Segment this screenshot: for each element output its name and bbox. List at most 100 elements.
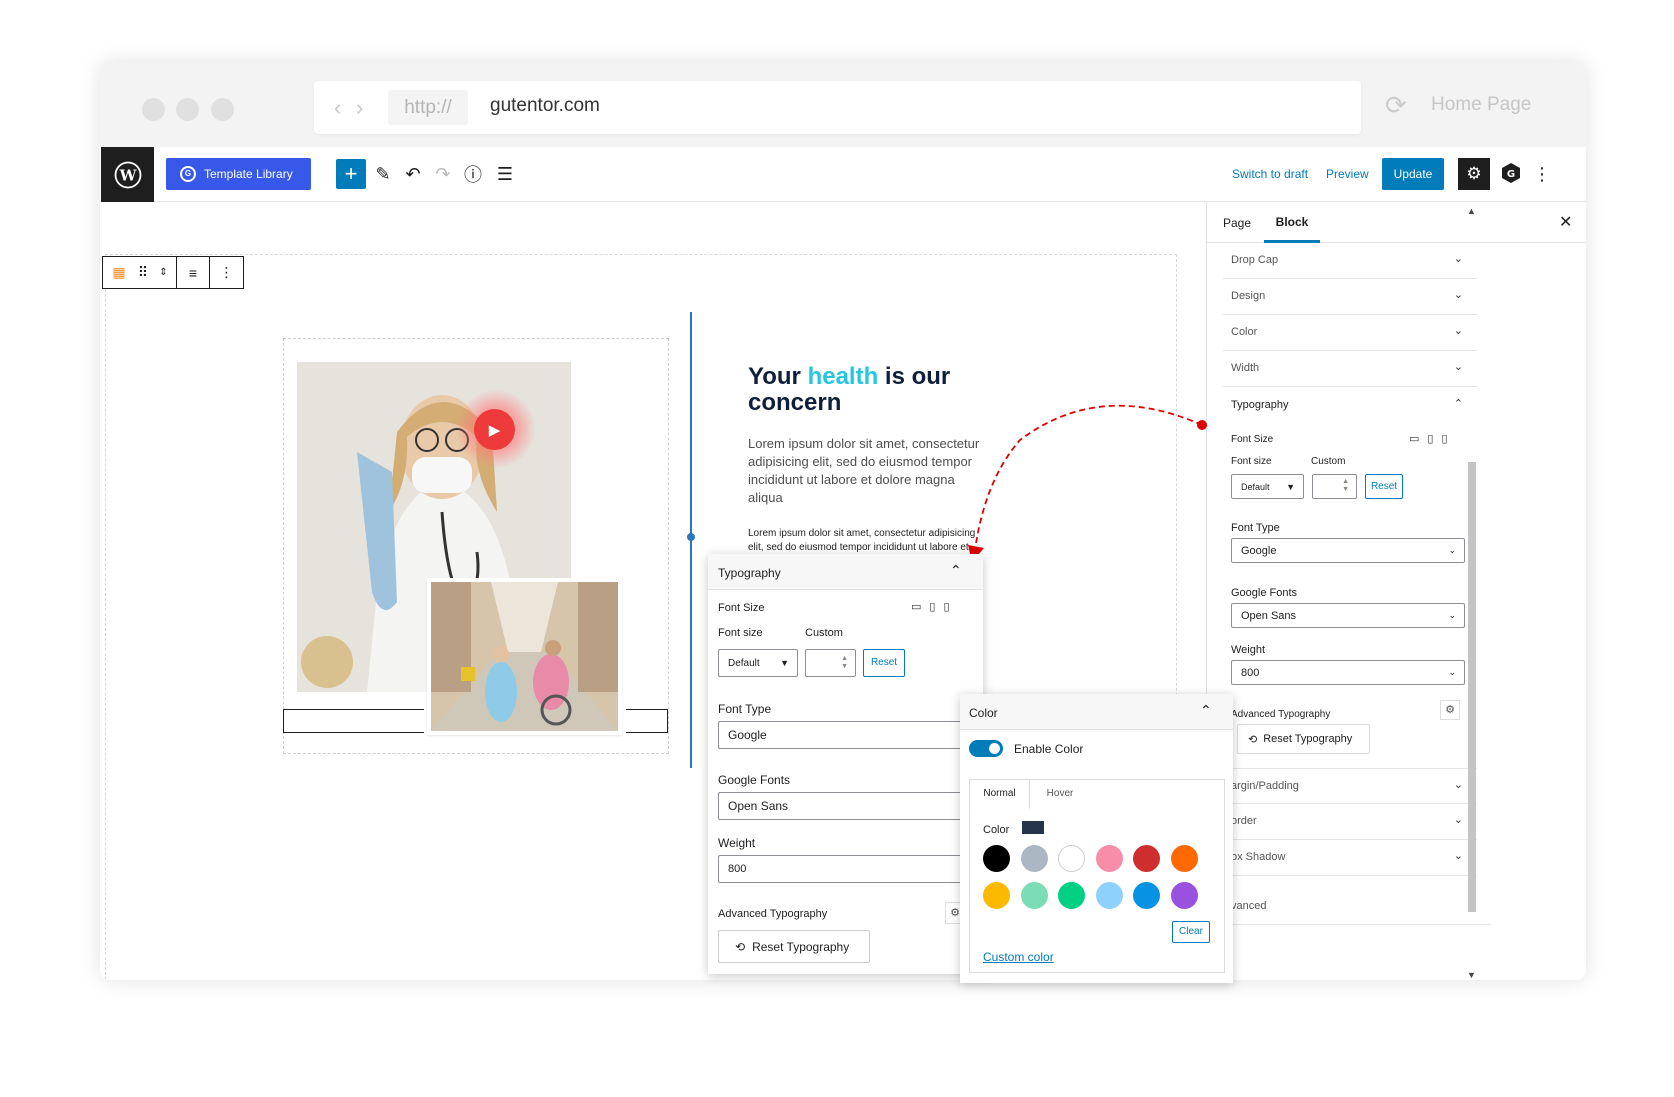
- sidebar-scrollbar[interactable]: ▲ ▼: [1466, 202, 1478, 980]
- block-toolbar: ▦ ⠿ ⇕ ≡ ⋮: [102, 256, 244, 289]
- panel-drop-cap[interactable]: Drop Cap ⌄: [1223, 243, 1477, 279]
- svg-text:G: G: [1507, 169, 1515, 180]
- panel-box-shadow[interactable]: ox Shadow ⌄: [1223, 840, 1477, 876]
- select-value: Open Sans: [728, 799, 789, 813]
- typography-popup-header[interactable]: Typography ⌃: [708, 554, 983, 590]
- custom-size-input[interactable]: ▲ ▼: [1312, 474, 1357, 499]
- tab-normal[interactable]: Normal: [969, 779, 1030, 809]
- window-close-dot[interactable]: [142, 98, 165, 121]
- panel-typography-header[interactable]: Typography ⌃: [1223, 388, 1477, 424]
- tab-page[interactable]: Page: [1223, 216, 1251, 230]
- color-swatch[interactable]: [1020, 845, 1048, 872]
- tab-block[interactable]: Block: [1264, 202, 1320, 243]
- window-minimize-dot[interactable]: [176, 98, 199, 121]
- wordpress-logo-icon[interactable]: W: [101, 147, 154, 202]
- font-type-select[interactable]: Google: [718, 721, 963, 749]
- color-swatch[interactable]: [1170, 882, 1198, 909]
- reset-typography-button[interactable]: ⟲ Reset Typography: [718, 930, 870, 963]
- panel-advanced[interactable]: vanced⌄: [1223, 889, 1491, 925]
- custom-color-link[interactable]: Custom color: [983, 950, 1054, 964]
- gear-icon[interactable]: ⚙: [1440, 700, 1460, 720]
- color-swatch[interactable]: [1020, 882, 1048, 909]
- color-swatch[interactable]: [1058, 845, 1085, 872]
- column-resize-dot[interactable]: [687, 533, 695, 541]
- arrow-path: [974, 404, 1203, 551]
- color-label: Color: [983, 824, 1010, 836]
- tablet-icon[interactable]: ▯: [1427, 433, 1441, 445]
- address-bar[interactable]: ‹ › http:// gutentor.com: [314, 81, 1361, 134]
- edit-pencil-icon[interactable]: ✎: [368, 159, 398, 189]
- custom-size-input[interactable]: ▲ ▼: [805, 649, 856, 677]
- device-switcher[interactable]: ▭▯▯: [1409, 432, 1456, 445]
- mobile-icon[interactable]: ▯: [1441, 433, 1455, 445]
- more-options-icon[interactable]: ⋮: [1532, 159, 1552, 189]
- font-size-select[interactable]: Default ▼: [1231, 474, 1304, 499]
- clear-color-button[interactable]: Clear: [1172, 921, 1210, 943]
- panel-width[interactable]: Width ⌄: [1223, 351, 1477, 387]
- block-type-icon[interactable]: ▦: [103, 257, 135, 288]
- reset-typography-button[interactable]: ⟲ Reset Typography: [1237, 724, 1370, 754]
- panel-design[interactable]: Design ⌄: [1223, 279, 1477, 315]
- drag-handle-icon[interactable]: ⠿: [135, 257, 151, 288]
- panel-margin-padding[interactable]: argin/Padding ⌄: [1223, 768, 1477, 804]
- desktop-icon[interactable]: ▭: [1409, 433, 1427, 445]
- google-fonts-select[interactable]: Open Sans ⌄: [1231, 603, 1465, 628]
- chevron-left-icon[interactable]: ‹: [334, 95, 341, 121]
- window-maximize-dot[interactable]: [211, 98, 234, 121]
- google-fonts-label: Google Fonts: [1231, 587, 1298, 599]
- reset-font-size-button[interactable]: Reset: [1365, 474, 1403, 499]
- play-icon[interactable]: ▶: [474, 409, 515, 450]
- mobile-icon[interactable]: ▯: [943, 601, 957, 613]
- body-paragraph[interactable]: Lorem ipsum dolor sit amet, consectetur …: [748, 435, 988, 507]
- color-swatch[interactable]: [1170, 845, 1198, 872]
- color-popup-header[interactable]: Color ⌃: [960, 694, 1233, 730]
- stepper-icon[interactable]: ▲ ▼: [841, 655, 848, 671]
- desktop-icon[interactable]: ▭: [911, 601, 929, 613]
- font-type-select[interactable]: Google ⌄: [1231, 538, 1465, 563]
- font-size-select[interactable]: Default ▼: [718, 649, 798, 677]
- add-block-button[interactable]: +: [336, 159, 366, 189]
- undo-icon[interactable]: ↶: [398, 159, 428, 189]
- color-swatch[interactable]: [983, 882, 1010, 909]
- update-button[interactable]: Update: [1382, 158, 1444, 190]
- weight-select[interactable]: 800: [718, 855, 963, 883]
- gear-icon[interactable]: ⚙: [1458, 158, 1490, 190]
- info-icon[interactable]: ⓘ: [458, 159, 488, 189]
- home-page-label[interactable]: Home Page: [1431, 94, 1531, 116]
- preview-link[interactable]: Preview: [1326, 167, 1369, 181]
- align-icon[interactable]: ≡: [177, 257, 210, 288]
- block-more-icon[interactable]: ⋮: [210, 257, 243, 288]
- list-view-icon[interactable]: ☰: [490, 159, 520, 189]
- close-icon[interactable]: ✕: [1559, 212, 1572, 232]
- gutentor-settings-icon[interactable]: G: [1497, 159, 1525, 187]
- color-swatch[interactable]: [983, 845, 1010, 872]
- panel-color[interactable]: Color ⌄: [1223, 315, 1477, 351]
- chevron-up-icon[interactable]: ⌃: [1200, 702, 1212, 719]
- weight-select[interactable]: 800 ⌄: [1231, 660, 1465, 685]
- tab-hover[interactable]: Hover: [1030, 780, 1090, 808]
- tablet-icon[interactable]: ▯: [929, 601, 943, 613]
- reload-icon[interactable]: ⟳: [1385, 90, 1407, 121]
- font-size-label: Font size: [1231, 456, 1272, 467]
- custom-label: Custom: [805, 627, 843, 639]
- switch-to-draft-link[interactable]: Switch to draft: [1232, 167, 1308, 181]
- stepper-icon[interactable]: ▲ ▼: [1342, 478, 1349, 494]
- chevron-right-icon[interactable]: ›: [356, 95, 363, 121]
- color-swatch[interactable]: [1095, 845, 1123, 872]
- chevron-up-icon[interactable]: ⌃: [950, 562, 962, 579]
- redo-icon[interactable]: ↷: [428, 159, 458, 189]
- device-switcher[interactable]: ▭▯▯: [911, 600, 958, 613]
- panel-label: Color: [1231, 326, 1258, 338]
- color-swatch[interactable]: [1095, 882, 1123, 909]
- color-swatch[interactable]: [1058, 882, 1085, 909]
- color-swatch[interactable]: [1133, 845, 1160, 872]
- template-library-button[interactable]: G Template Library: [166, 158, 311, 190]
- url-protocol: http://: [388, 90, 468, 125]
- google-fonts-select[interactable]: Open Sans: [718, 792, 963, 820]
- panel-border[interactable]: order ⌄: [1223, 804, 1477, 840]
- current-color-swatch[interactable]: [1022, 821, 1044, 834]
- move-up-down-icon[interactable]: ⇕: [151, 257, 177, 288]
- reset-font-size-button[interactable]: Reset: [863, 649, 905, 677]
- enable-color-toggle[interactable]: [969, 740, 1003, 757]
- color-swatch[interactable]: [1133, 882, 1160, 909]
